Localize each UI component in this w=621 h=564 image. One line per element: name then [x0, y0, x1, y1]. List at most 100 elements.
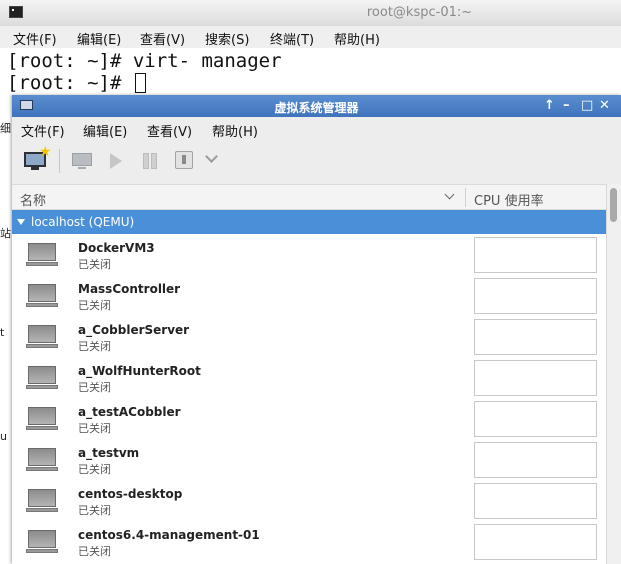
- vm-status: 已关闭: [78, 299, 111, 312]
- vm-monitor-screen: [28, 325, 56, 343]
- shutdown-menu-button[interactable]: [205, 149, 221, 173]
- vm-row[interactable]: a_CobblerServer 已关闭: [12, 316, 606, 357]
- terminal-menu-help[interactable]: 帮助(H): [334, 29, 380, 48]
- vm-monitor-screen: [28, 366, 56, 384]
- pause-button[interactable]: [140, 149, 162, 173]
- cpu-usage-graph: [474, 319, 597, 355]
- vm-name: DockerVM3: [78, 241, 155, 255]
- shutdown-icon: [175, 151, 193, 169]
- vm-monitor-base: [26, 426, 58, 430]
- host-row[interactable]: localhost (QEMU): [12, 210, 606, 234]
- menu-help[interactable]: 帮助(H): [212, 121, 258, 140]
- terminal-menu-view[interactable]: 查看(V): [140, 29, 185, 48]
- cpu-usage-graph: [474, 524, 597, 560]
- menu-edit[interactable]: 编辑(E): [83, 121, 127, 140]
- vm-monitor-screen: [28, 243, 56, 261]
- vm-name: centos-desktop: [78, 487, 183, 501]
- column-header-name[interactable]: 名称: [20, 190, 46, 209]
- vm-status: 已关闭: [78, 545, 111, 558]
- open-console-button[interactable]: [70, 149, 96, 173]
- vm-list[interactable]: 名称 CPU 使用率 localhost (QEMU) DockerVM3 已关…: [12, 184, 621, 564]
- vm-name: a_testvm: [78, 446, 140, 460]
- vm-monitor-screen: [28, 448, 56, 466]
- terminal-line-command: [root: ~]# virt- manager: [7, 50, 282, 72]
- vm-status: 已关闭: [78, 340, 111, 353]
- virt-manager-title: 虚拟系统管理器: [274, 101, 359, 115]
- expand-arrow-icon[interactable]: [17, 219, 25, 225]
- vm-name: a_WolfHunterRoot: [78, 364, 201, 378]
- cpu-usage-graph: [474, 278, 597, 314]
- shutdown-button[interactable]: [172, 149, 198, 173]
- terminal-title: root@kspc-01:~: [366, 5, 473, 20]
- background-window-fragment: 站: [0, 227, 11, 240]
- vm-monitor-icon: [26, 530, 58, 556]
- open-console-icon-stand: [78, 167, 86, 169]
- vm-status: 已关闭: [78, 463, 111, 476]
- vm-row[interactable]: DockerVM3 已关闭: [12, 234, 606, 275]
- star-icon: ★: [39, 144, 52, 160]
- vm-name: a_testACobbler: [78, 405, 181, 419]
- terminal-menu-file[interactable]: 文件(F): [13, 29, 57, 48]
- terminal-menubar: 文件(F) 编辑(E) 查看(V) 搜索(S) 终端(T) 帮助(H): [0, 26, 621, 48]
- vm-name: MassController: [78, 282, 181, 296]
- menu-file[interactable]: 文件(F): [21, 121, 65, 140]
- open-console-icon: [72, 153, 92, 166]
- column-header-cpu[interactable]: CPU 使用率: [474, 190, 544, 209]
- run-button[interactable]: [106, 149, 128, 173]
- scrollbar-thumb[interactable]: [610, 188, 617, 222]
- vm-monitor-base: [26, 262, 58, 266]
- vm-row[interactable]: a_WolfHunterRoot 已关闭: [12, 357, 606, 398]
- virt-manager-toolbar: ★: [12, 139, 621, 183]
- vm-row[interactable]: MassController 已关闭: [12, 275, 606, 316]
- vm-monitor-icon: [26, 284, 58, 310]
- vm-row[interactable]: a_testvm 已关闭: [12, 439, 606, 480]
- vm-row[interactable]: a_testACobbler 已关闭: [12, 398, 606, 439]
- vm-status: 已关闭: [78, 258, 111, 271]
- virt-manager-menubar: 文件(F) 编辑(E) 查看(V) 帮助(H): [12, 117, 621, 140]
- menu-view[interactable]: 查看(V): [147, 121, 192, 140]
- background-window-fragment: u: [0, 430, 7, 443]
- vm-monitor-screen: [28, 407, 56, 425]
- minimize-icon[interactable]: –: [563, 97, 570, 115]
- chevron-down-icon: [205, 150, 218, 163]
- terminal-menu-edit[interactable]: 编辑(E): [77, 29, 121, 48]
- vm-monitor-icon: [26, 325, 58, 351]
- cpu-usage-graph: [474, 442, 597, 478]
- new-vm-button[interactable]: ★: [22, 145, 52, 173]
- terminal-menu-search[interactable]: 搜索(S): [205, 29, 249, 48]
- vm-monitor-base: [26, 385, 58, 389]
- new-vm-icon-stand: [31, 167, 39, 170]
- cpu-usage-graph: [474, 237, 597, 273]
- close-icon[interactable]: ✕: [599, 97, 610, 115]
- vm-monitor-icon: [26, 448, 58, 474]
- toolbar-separator: [59, 149, 60, 173]
- pin-icon[interactable]: ↑: [544, 97, 555, 115]
- virt-manager-window: 虚拟系统管理器 ↑ – □ ✕ 文件(F) 编辑(E) 查看(V) 帮助(H) …: [12, 95, 621, 564]
- vm-monitor-icon: [26, 366, 58, 392]
- vm-status: 已关闭: [78, 422, 111, 435]
- vm-monitor-base: [26, 467, 58, 471]
- column-divider[interactable]: [465, 188, 466, 207]
- list-header: 名称 CPU 使用率: [12, 184, 606, 210]
- vm-monitor-icon: [26, 407, 58, 433]
- terminal-titlebar[interactable]: root@kspc-01:~: [0, 0, 621, 27]
- host-label: localhost (QEMU): [31, 215, 135, 229]
- vm-monitor-screen: [28, 530, 56, 548]
- background-window-fragment: 细: [0, 122, 11, 135]
- cpu-usage-graph: [474, 360, 597, 396]
- vm-monitor-screen: [28, 489, 56, 507]
- vm-monitor-icon: [26, 243, 58, 269]
- vm-name: centos6.4-management-01: [78, 528, 260, 542]
- vm-name: a_CobblerServer: [78, 323, 190, 337]
- maximize-icon[interactable]: □: [581, 97, 593, 115]
- terminal-menu-terminal[interactable]: 终端(T): [270, 29, 314, 48]
- vm-row[interactable]: centos-desktop 已关闭: [12, 480, 606, 521]
- scrollbar[interactable]: [606, 184, 621, 564]
- terminal-prompt-text: [root: ~]#: [7, 72, 133, 94]
- chevron-down-icon[interactable]: [444, 189, 455, 200]
- vm-row[interactable]: centos6.4-management-01 已关闭: [12, 521, 606, 562]
- pause-icon-bar: [151, 153, 157, 169]
- virt-manager-titlebar[interactable]: 虚拟系统管理器 ↑ – □ ✕: [12, 95, 621, 117]
- terminal-line-prompt: [root: ~]#: [7, 72, 146, 94]
- terminal-cursor: [134, 73, 146, 93]
